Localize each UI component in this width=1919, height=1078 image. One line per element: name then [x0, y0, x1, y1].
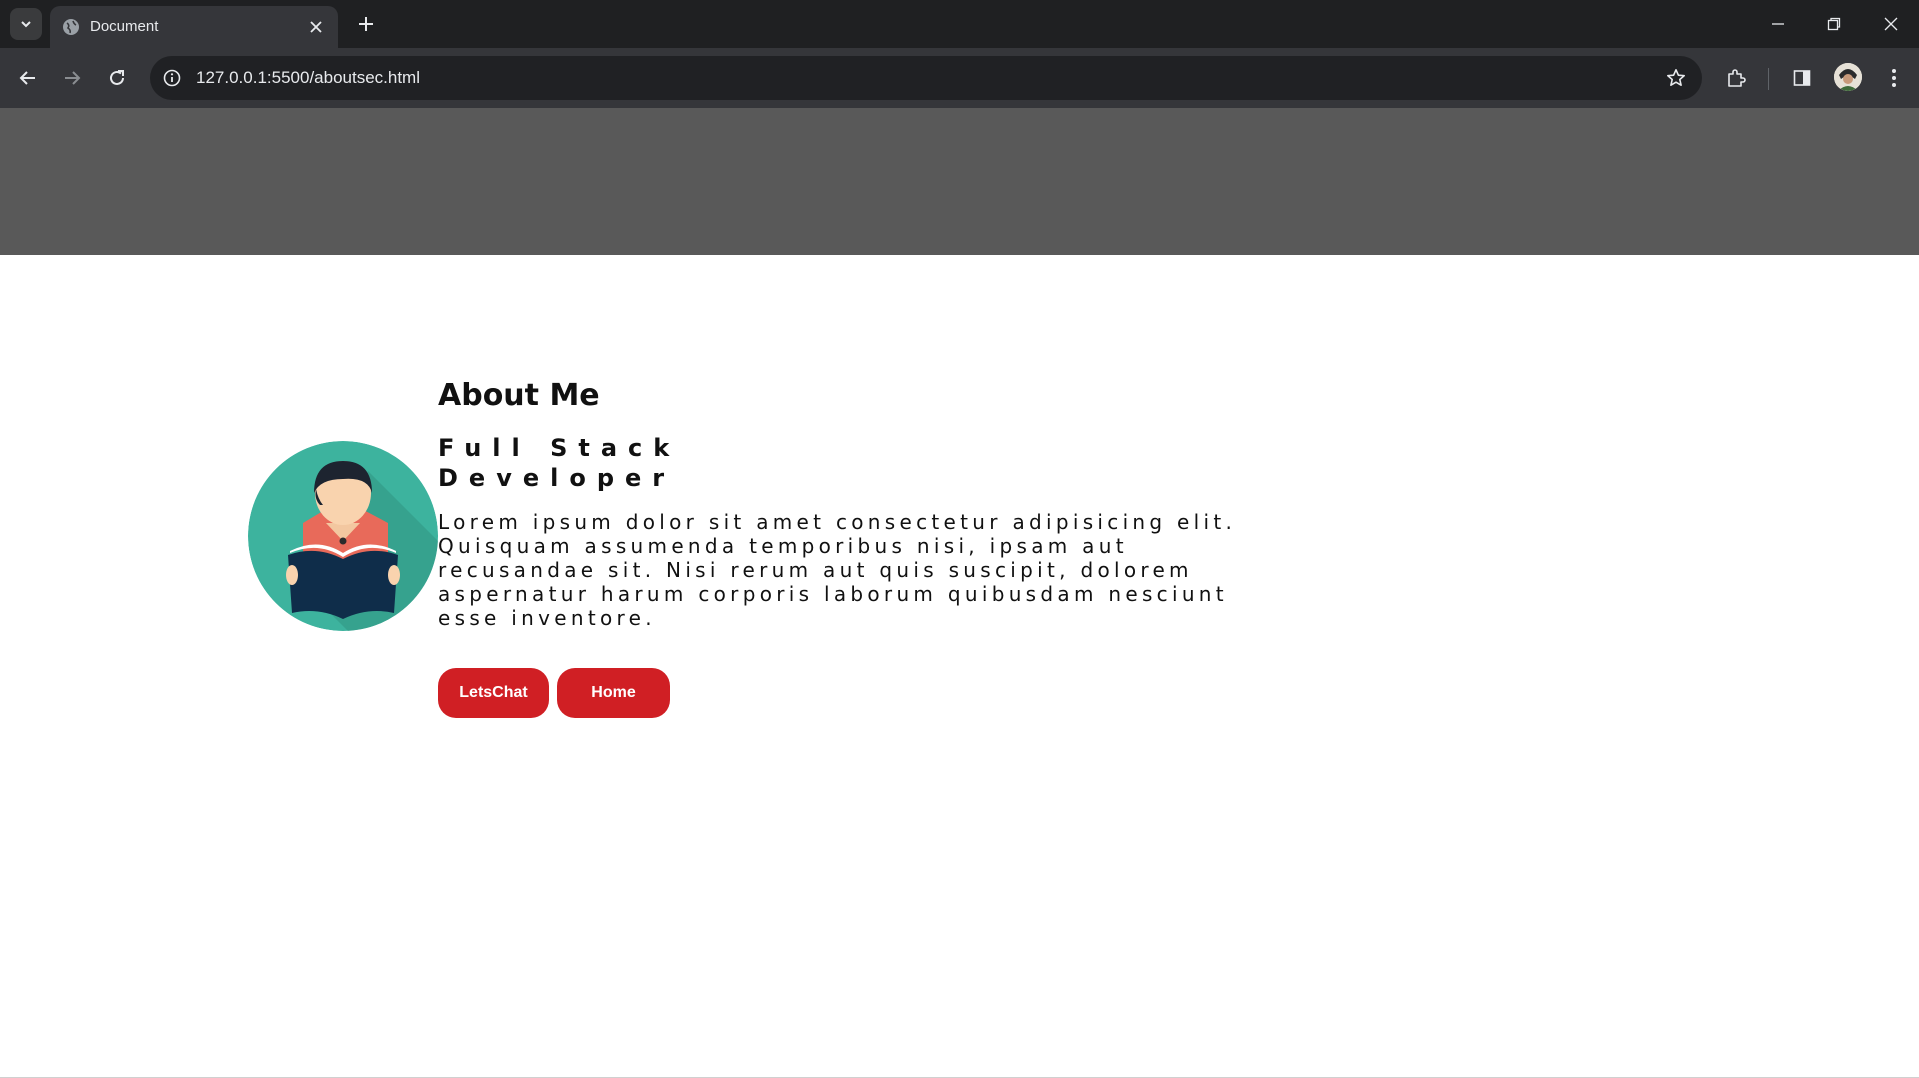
close-icon [310, 21, 322, 33]
extensions-button[interactable] [1720, 62, 1752, 94]
tab-strip: Document [0, 0, 1919, 48]
tab-search-icon [21, 21, 31, 28]
browser-chrome: Document 127.0.0.1:5500/aboutsec.html [0, 0, 1919, 108]
forward-button[interactable] [56, 62, 88, 94]
reload-button[interactable] [101, 62, 133, 94]
info-icon [163, 69, 181, 87]
tab-document[interactable]: Document [50, 6, 338, 48]
tab-close-button[interactable] [304, 15, 328, 39]
about-section [0, 255, 1919, 1078]
site-info-button[interactable] [160, 66, 184, 90]
tab-search-button[interactable] [10, 8, 42, 40]
letschat-button[interactable]: LetsChat [438, 668, 549, 718]
home-button[interactable]: Home [557, 668, 670, 718]
back-arrow-icon [19, 71, 35, 85]
about-description: Lorem ipsum dolor sit amet consectetur a… [438, 510, 1237, 630]
url-text: 127.0.0.1:5500/aboutsec.html [196, 68, 420, 87]
kebab-menu-icon [1892, 69, 1896, 87]
side-panel-icon [1793, 70, 1811, 86]
restore-icon [1827, 17, 1841, 31]
new-tab-button[interactable] [352, 10, 380, 38]
close-window-button[interactable] [1863, 0, 1919, 48]
page-header-band [0, 108, 1919, 255]
close-icon [1884, 17, 1898, 31]
role-title: Full Stack Developer [438, 434, 681, 492]
minimize-button[interactable] [1750, 0, 1806, 48]
bookmark-button[interactable] [1664, 66, 1688, 90]
reload-icon [110, 70, 124, 85]
side-panel-button[interactable] [1786, 62, 1818, 94]
toolbar-separator [1768, 68, 1769, 90]
forward-arrow-icon [65, 71, 81, 85]
menu-button[interactable] [1878, 62, 1910, 94]
browser-toolbar: 127.0.0.1:5500/aboutsec.html [0, 48, 1919, 108]
tab-title: Document [90, 18, 159, 35]
reader-avatar-icon [248, 441, 438, 631]
globe-icon [63, 19, 79, 35]
back-button[interactable] [12, 62, 44, 94]
profile-avatar-icon [1834, 63, 1862, 91]
profile-button[interactable] [1834, 63, 1862, 91]
about-heading: About Me [438, 378, 600, 413]
star-icon [1667, 69, 1685, 86]
extensions-icon [1728, 69, 1746, 87]
address-bar[interactable]: 127.0.0.1:5500/aboutsec.html [150, 56, 1702, 100]
plus-icon [359, 17, 373, 31]
minimize-icon [1772, 23, 1784, 25]
restore-button[interactable] [1806, 0, 1862, 48]
